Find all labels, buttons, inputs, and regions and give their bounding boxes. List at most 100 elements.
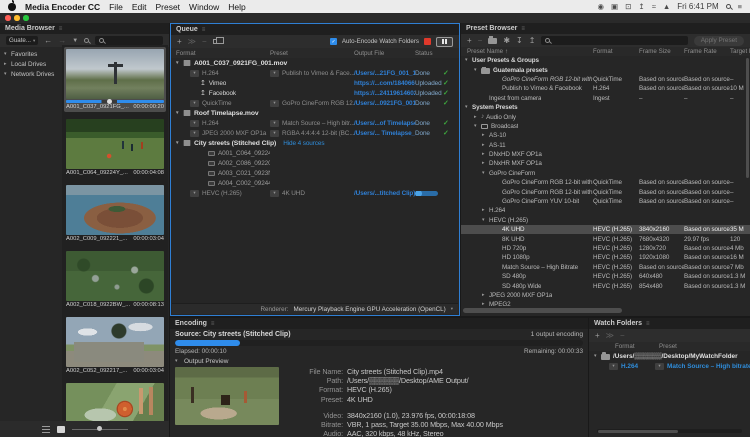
preset-row[interactable]: ▸ AS-10: [461, 131, 750, 140]
menu-file[interactable]: File: [109, 2, 123, 12]
preset-row[interactable]: ▾ Guatemala presets: [461, 65, 750, 74]
preset-dropdown[interactable]: [270, 120, 279, 127]
tree-item[interactable]: ▾ Network Drives: [0, 69, 62, 79]
column-preset-name[interactable]: Preset Name ↑: [461, 48, 593, 55]
preset-row[interactable]: Match Source – High Bitrate HEVC (H.265)…: [461, 263, 750, 272]
tab-encoding[interactable]: Encoding: [175, 320, 207, 327]
list-view-icon[interactable]: [42, 426, 50, 433]
preset-row[interactable]: 8K UHD HEVC (H.265) 7680x4320 29.97 fps …: [461, 234, 750, 243]
preset-row[interactable]: GoPro CineForm RGB 12-bit with alpha (Al…: [461, 75, 750, 84]
output-file-link[interactable]: /Users/... Timelapse_1.mxf: [354, 130, 415, 137]
output-file-link[interactable]: /Users/...0921FG_001.mov: [354, 100, 415, 107]
preset-row[interactable]: ▾ User Presets & Groups: [461, 56, 750, 65]
disclosure-icon[interactable]: ▸: [482, 143, 489, 148]
add-source-icon[interactable]: +: [177, 38, 182, 46]
queue-row[interactable]: A003_C021_0923NJ_001: [171, 168, 459, 178]
preset-search-input[interactable]: [541, 36, 687, 45]
format-dropdown[interactable]: [190, 130, 199, 137]
preset-row[interactable]: ▾ Broadcast: [461, 122, 750, 131]
preset-row[interactable]: ▸ DNxHR MXF OP1a: [461, 159, 750, 168]
add-output-icon[interactable]: ≫: [606, 332, 614, 340]
disclosure-icon[interactable]: ▸: [482, 152, 489, 157]
preset-row[interactable]: SD 480p Wide HEVC (H.265) 854x480 Based …: [461, 281, 750, 290]
disclosure-icon[interactable]: ▾: [175, 359, 182, 364]
panel-menu-icon[interactable]: ≡: [646, 321, 650, 327]
renderer-dropdown[interactable]: Mercury Playback Engine GPU Acceleration…: [293, 306, 445, 313]
queue-row[interactable]: A004_C002_09244Q_001: [171, 178, 459, 188]
clip-thumbnail-cell[interactable]: [64, 381, 166, 421]
format-dropdown[interactable]: [190, 120, 199, 127]
queue-row[interactable]: ▾ City streets (Stitched Clip) Hide 4 so…: [171, 138, 459, 148]
media-search-input[interactable]: [95, 36, 163, 45]
panel-menu-icon[interactable]: ≡: [521, 26, 525, 32]
screen-record-icon[interactable]: ◉: [597, 3, 604, 11]
disclosure-icon[interactable]: ▸: [482, 208, 489, 213]
output-preview-header[interactable]: ▾ Output Preview: [175, 358, 583, 365]
column-frame-rate[interactable]: Frame Rate: [684, 48, 730, 55]
menu-help[interactable]: Help: [228, 2, 245, 12]
panel-menu-icon[interactable]: ≡: [59, 26, 63, 32]
disclosure-icon[interactable]: ▾: [465, 105, 472, 110]
forward-button[interactable]: →: [58, 37, 66, 45]
clip-thumbnail-cell[interactable]: A002_C018_0922BW_... 00:00:08:13: [64, 249, 166, 310]
ingest-search-icon[interactable]: [84, 38, 89, 43]
remove-icon[interactable]: −: [202, 38, 207, 46]
output-file-link[interactable]: /Users/...titched Clip).mp4: [354, 190, 415, 197]
queue-row[interactable]: H.264 Match Source – High bitr... /Users…: [171, 118, 459, 128]
preset-row[interactable]: ▸ H.264: [461, 206, 750, 215]
output-file-link[interactable]: /Users/...of Timelapse.mp4: [354, 120, 415, 127]
thumbnail-view-icon[interactable]: [57, 426, 65, 433]
queue-row[interactable]: ▾ Roof Timelapse.mov: [171, 108, 459, 118]
output-file-link[interactable]: https://...com/184066142: [354, 80, 415, 87]
preset-row[interactable]: ▸ Audio Only: [461, 112, 750, 121]
preset-row[interactable]: 4K UHD HEVC (H.265) 3840x2160 Based on s…: [461, 225, 750, 234]
add-preset-icon[interactable]: +: [467, 37, 472, 45]
back-button[interactable]: ←: [44, 37, 52, 45]
clip-thumbnail-cell[interactable]: A001_C037_0921FG_... 00:00:00:20: [64, 47, 166, 112]
menu-preset[interactable]: Preset: [155, 2, 180, 12]
preset-row[interactable]: ▸ DNxHD MXF OP1a: [461, 150, 750, 159]
airplay-icon[interactable]: ⊡: [625, 3, 631, 11]
column-output-file[interactable]: Output File: [354, 50, 415, 57]
horizontal-scrollbar[interactable]: [463, 308, 622, 313]
stop-queue-button[interactable]: [424, 38, 431, 45]
preset-dropdown[interactable]: [270, 130, 279, 137]
vertical-scrollbar[interactable]: [746, 58, 749, 178]
tab-watch-folders[interactable]: Watch Folders: [594, 320, 642, 327]
disclosure-icon[interactable]: ▸: [474, 115, 481, 120]
auto-encode-checkbox[interactable]: ✓: [330, 38, 337, 45]
disclosure-icon[interactable]: ▾: [176, 61, 183, 66]
disclosure-icon[interactable]: ▾: [482, 218, 489, 223]
export-preset-icon[interactable]: ↥: [529, 37, 536, 45]
app-status-icon[interactable]: ▣: [611, 3, 618, 11]
disclosure-icon[interactable]: ▸: [4, 62, 11, 67]
tree-item[interactable]: ▸ Local Drives: [0, 59, 62, 69]
spotlight-search-icon[interactable]: [726, 4, 731, 9]
output-file-link[interactable]: /Users/...21FG_001_1.mp4: [354, 70, 415, 77]
eject-icon[interactable]: ▲: [663, 3, 670, 11]
app-menu-title[interactable]: Media Encoder CC: [25, 2, 100, 12]
disclosure-icon[interactable]: ▾: [176, 141, 183, 146]
column-target-rate[interactable]: Target R: [730, 48, 750, 55]
panel-menu-icon[interactable]: ≡: [202, 27, 206, 33]
menu-bar-clock[interactable]: Fri 6:41 PM: [677, 2, 718, 11]
remove-preset-icon[interactable]: −: [478, 37, 483, 45]
column-format[interactable]: Format: [171, 50, 270, 57]
menu-edit[interactable]: Edit: [132, 2, 147, 12]
upload-status-icon[interactable]: ↥: [638, 3, 644, 11]
panel-menu-icon[interactable]: ≡: [211, 321, 215, 327]
filter-icon[interactable]: ▼: [72, 38, 78, 44]
preset-settings-icon[interactable]: ✱: [503, 37, 510, 45]
location-dropdown[interactable]: Guate...▾: [6, 36, 38, 45]
pause-queue-button[interactable]: [436, 37, 453, 47]
column-format[interactable]: Format: [615, 343, 659, 350]
preset-row[interactable]: GoPro CineForm RGB 12-bit with alpha Qui…: [461, 178, 750, 187]
preset-dropdown[interactable]: [270, 70, 279, 77]
column-preset[interactable]: Preset: [270, 50, 354, 57]
minimize-window-button[interactable]: [14, 15, 20, 21]
zoom-window-button[interactable]: [23, 15, 29, 21]
queue-row[interactable]: ▾ A001_C037_0921FG_001.mov: [171, 58, 459, 68]
disclosure-icon[interactable]: ▾: [4, 52, 11, 57]
preset-dropdown[interactable]: [270, 190, 279, 197]
preset-dropdown[interactable]: [270, 100, 279, 107]
